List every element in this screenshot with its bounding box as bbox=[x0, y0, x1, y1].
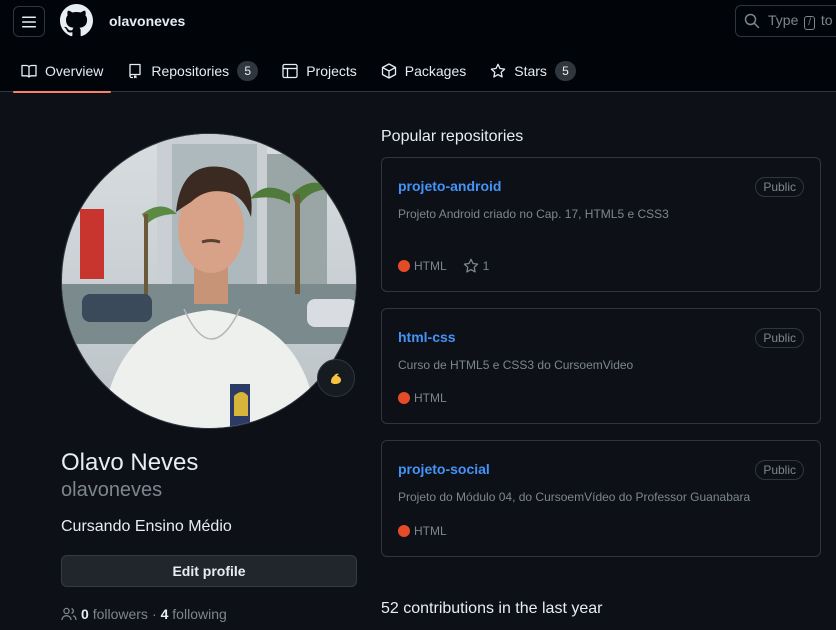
search-input[interactable]: Type / to s bbox=[735, 5, 836, 37]
tab-label: Stars bbox=[514, 63, 547, 79]
top-header: olavoneves Type / to s Overview Reposito… bbox=[0, 0, 836, 93]
visibility-badge: Public bbox=[755, 460, 804, 480]
tab-overview[interactable]: Overview bbox=[13, 50, 112, 93]
tab-label: Packages bbox=[404, 63, 467, 79]
profile-name: Olavo Neves bbox=[61, 449, 199, 476]
repositories-counter: 5 bbox=[237, 61, 259, 81]
language-color-dot bbox=[398, 525, 410, 537]
profile-tabs: Overview Repositories 5 Projects Package… bbox=[13, 50, 592, 93]
follow-stats: 0 followers · 4 following bbox=[61, 606, 227, 622]
profile-login: olavoneves bbox=[61, 479, 163, 501]
tab-label: Projects bbox=[306, 63, 357, 79]
contributions-title: 52 contributions in the last year bbox=[381, 600, 603, 617]
follow-separator: · bbox=[151, 606, 157, 622]
tab-stars[interactable]: Stars 5 bbox=[482, 50, 584, 92]
search-icon bbox=[744, 13, 760, 29]
repo-meta: HTML bbox=[398, 524, 447, 538]
tab-label: Overview bbox=[45, 63, 104, 79]
repo-name-link[interactable]: projeto-social bbox=[398, 461, 490, 477]
search-placeholder: Type / to s bbox=[768, 12, 836, 30]
star-icon bbox=[463, 258, 478, 273]
profile-bio: Cursando Ensino Médio bbox=[61, 518, 232, 535]
hamburger-icon bbox=[22, 16, 36, 27]
tab-packages[interactable]: Packages bbox=[373, 50, 474, 92]
owner-link[interactable]: olavoneves bbox=[109, 13, 185, 29]
package-icon bbox=[381, 63, 396, 79]
star-icon bbox=[491, 63, 506, 78]
visibility-badge: Public bbox=[755, 177, 804, 197]
popular-repositories-title: Popular repositories bbox=[381, 128, 524, 145]
repo-card: projeto-social Public Projeto do Módulo … bbox=[381, 440, 821, 557]
repo-meta: HTML 1 bbox=[398, 258, 489, 274]
stars-counter: 5 bbox=[554, 61, 576, 81]
repo-icon bbox=[129, 63, 142, 79]
followers-link[interactable]: 0 followers bbox=[81, 606, 148, 622]
repo-name-link[interactable]: html-css bbox=[398, 329, 456, 345]
repo-meta: HTML bbox=[398, 391, 447, 405]
repo-card: projeto-android Public Projeto Android c… bbox=[381, 157, 821, 292]
repo-description: Curso de HTML5 e CSS3 do CursoemVideo bbox=[398, 358, 634, 372]
language-color-dot bbox=[398, 392, 410, 404]
language-color-dot bbox=[398, 260, 410, 272]
flexed-biceps-icon bbox=[331, 373, 341, 384]
menu-button[interactable] bbox=[13, 6, 45, 37]
book-icon bbox=[21, 64, 37, 78]
avatar[interactable] bbox=[61, 133, 357, 429]
visibility-badge: Public bbox=[755, 328, 804, 348]
repo-name-link[interactable]: projeto-android bbox=[398, 178, 501, 194]
github-logo-icon[interactable] bbox=[60, 4, 93, 37]
status-emoji-button[interactable] bbox=[317, 359, 355, 397]
repo-star-count: 1 bbox=[482, 259, 490, 273]
repo-stars-link[interactable]: 1 bbox=[463, 258, 490, 274]
repo-language: HTML bbox=[414, 391, 447, 405]
tab-projects[interactable]: Projects bbox=[274, 50, 365, 92]
following-link[interactable]: 4 following bbox=[161, 606, 227, 622]
tab-label: Repositories bbox=[151, 63, 230, 79]
repo-card: html-css Public Curso de HTML5 e CSS3 do… bbox=[381, 308, 821, 424]
repo-language: HTML bbox=[414, 259, 447, 273]
table-icon bbox=[282, 63, 298, 79]
search-shortcut-key: / bbox=[804, 16, 816, 30]
avatar-photo bbox=[62, 134, 356, 428]
people-icon bbox=[61, 607, 77, 621]
tab-repositories[interactable]: Repositories 5 bbox=[119, 50, 266, 92]
repo-description: Projeto Android criado no Cap. 17, HTML5… bbox=[398, 207, 669, 221]
repo-language: HTML bbox=[414, 524, 447, 538]
edit-profile-button[interactable]: Edit profile bbox=[61, 555, 357, 587]
repo-description: Projeto do Módulo 04, do CursoemVídeo do… bbox=[398, 490, 751, 504]
